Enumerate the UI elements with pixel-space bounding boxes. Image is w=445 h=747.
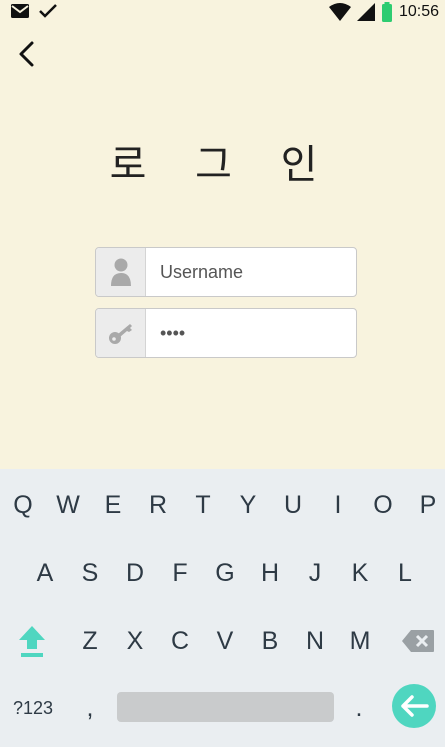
key-i[interactable]: I <box>318 483 358 527</box>
enter-key[interactable] <box>392 684 436 728</box>
symbols-key[interactable]: ?123 <box>9 686 57 730</box>
key-f[interactable]: F <box>160 551 200 595</box>
back-button[interactable] <box>16 40 40 68</box>
wifi-icon <box>328 3 351 21</box>
user-icon <box>110 258 131 286</box>
key-v[interactable]: V <box>205 619 245 663</box>
key-n[interactable]: N <box>295 619 335 663</box>
password-input[interactable] <box>160 309 345 357</box>
page-title: 로 그 인 <box>109 142 336 188</box>
key-d[interactable]: D <box>115 551 155 595</box>
key-w[interactable]: W <box>48 483 88 527</box>
chevron-left-icon <box>19 41 34 67</box>
password-field[interactable] <box>95 308 357 358</box>
key-icon <box>108 324 132 344</box>
key-s[interactable]: S <box>70 551 110 595</box>
key-u[interactable]: U <box>273 483 313 527</box>
key-q[interactable]: Q <box>3 483 43 527</box>
backspace-icon <box>402 630 434 652</box>
key-y[interactable]: Y <box>228 483 268 527</box>
key-e[interactable]: E <box>93 483 133 527</box>
key-b[interactable]: B <box>250 619 290 663</box>
soft-keyboard: QWERTYUIOP ASDFGHJKL ZXCVBNM ?123 , . <box>0 469 445 747</box>
key-r[interactable]: R <box>138 483 178 527</box>
period-key[interactable]: . <box>339 686 379 730</box>
key-x[interactable]: X <box>115 619 155 663</box>
password-addon <box>96 309 146 357</box>
key-p[interactable]: P <box>408 483 445 527</box>
comma-key[interactable]: , <box>70 686 110 730</box>
username-input[interactable] <box>160 248 345 296</box>
key-t[interactable]: T <box>183 483 223 527</box>
key-k[interactable]: K <box>340 551 380 595</box>
clock: 10:56 <box>398 3 439 20</box>
key-c[interactable]: C <box>160 619 200 663</box>
username-addon <box>96 248 146 296</box>
key-z[interactable]: Z <box>70 619 110 663</box>
key-o[interactable]: O <box>363 483 403 527</box>
key-g[interactable]: G <box>205 551 245 595</box>
shift-key[interactable] <box>12 619 52 663</box>
enter-arrow-icon <box>401 695 429 717</box>
key-a[interactable]: A <box>25 551 65 595</box>
check-icon <box>39 4 57 18</box>
mail-icon <box>11 4 29 18</box>
key-m[interactable]: M <box>340 619 380 663</box>
status-bar: 10:56 <box>0 0 445 26</box>
backspace-key[interactable] <box>398 619 438 663</box>
space-key[interactable] <box>117 692 334 722</box>
key-j[interactable]: J <box>295 551 335 595</box>
signal-icon <box>356 3 375 21</box>
shift-up-icon <box>19 626 45 657</box>
username-field[interactable] <box>95 247 357 297</box>
key-h[interactable]: H <box>250 551 290 595</box>
battery-icon <box>381 2 392 22</box>
key-l[interactable]: L <box>385 551 425 595</box>
